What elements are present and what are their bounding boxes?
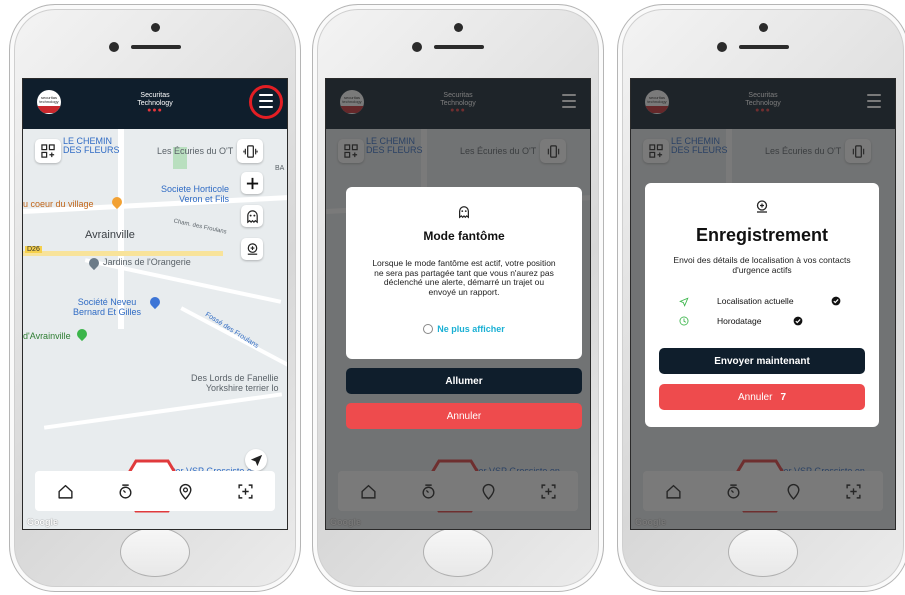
camera-icon	[759, 23, 768, 32]
phone-frame-1: securitas technology Securitas Technolog…	[9, 4, 301, 592]
item-label: Localisation actuelle	[717, 296, 794, 306]
record-location-button[interactable]	[241, 238, 263, 260]
item-label: Horodatage	[717, 316, 762, 326]
location-record-icon	[756, 200, 768, 213]
map-view[interactable]: LE CHEMIN DES FLEURS Les Écuries du O'T …	[23, 129, 287, 529]
item-current-location: Localisation actuelle	[679, 295, 859, 309]
brand-dots: ●●●	[147, 107, 163, 114]
cancel-button[interactable]: Annuler	[346, 403, 582, 429]
map-label-village: u coeur du village	[23, 199, 94, 209]
map-label-ecuries: Les Écuries du O'T	[157, 146, 234, 156]
item-timestamp: Horodatage	[679, 315, 859, 329]
layers-add-icon	[40, 143, 55, 158]
navigation-arrow-icon	[250, 454, 262, 466]
map-label-ba: BA	[275, 165, 285, 172]
home-button[interactable]	[120, 527, 190, 577]
ghost-mode-dialog: Mode fantôme Lorsque le mode fantôme est…	[346, 187, 582, 359]
ghost-icon	[246, 209, 258, 223]
map-label-davrainville: d'Avrainville	[23, 331, 71, 341]
cancel-countdown-button[interactable]: Annuler 7	[659, 384, 865, 410]
bottom-navigation	[35, 471, 275, 511]
brand-title: Securitas Technology ●●●	[23, 92, 287, 114]
app-header: securitas technology Securitas Technolog…	[23, 79, 287, 129]
dialog-title: Mode fantôme	[423, 229, 505, 243]
turn-on-button[interactable]: Allumer	[346, 368, 582, 394]
camera-icon	[454, 23, 463, 32]
ghost-mode-button[interactable]	[241, 205, 263, 227]
layers-button[interactable]	[35, 139, 61, 163]
vibrate-button[interactable]	[237, 139, 263, 163]
dialog-title: Enregistrement	[695, 225, 829, 245]
dont-show-again-checkbox[interactable]: Ne plus afficher	[346, 324, 582, 334]
phone-frame-3: securitas technology Securitas Technolog…	[617, 4, 905, 592]
map-label-road-number: D26	[25, 246, 42, 253]
speaker-grille	[131, 45, 181, 49]
nav-home-icon[interactable]	[57, 483, 74, 500]
send-now-button[interactable]: Envoyer maintenant	[659, 348, 865, 374]
app-screen-map: securitas technology Securitas Technolog…	[22, 78, 288, 530]
recording-dialog: Enregistrement Envoi des détails de loca…	[645, 183, 879, 427]
sensor-icon	[717, 42, 727, 52]
nav-location-icon[interactable]	[177, 483, 194, 500]
hamburger-menu-icon[interactable]	[257, 93, 275, 109]
locate-me-button[interactable]	[245, 449, 267, 471]
vibrate-icon	[242, 144, 258, 158]
camera-icon	[151, 23, 160, 32]
brand-line-1: Securitas	[140, 92, 170, 99]
sensor-icon	[412, 42, 422, 52]
app-screen-recording: securitas technology Securitas Technolog…	[630, 78, 896, 530]
nav-timer-icon[interactable]	[117, 483, 134, 500]
plus-icon	[246, 177, 258, 189]
checkbox-label: Ne plus afficher	[437, 324, 505, 334]
nav-report-icon[interactable]	[237, 483, 254, 500]
speaker-grille	[434, 45, 484, 49]
dialog-body: Envoi des détails de localisation à vos …	[673, 255, 851, 275]
map-label-cham: Cham. des Froulans	[172, 218, 228, 236]
speaker-grille	[739, 45, 789, 49]
home-button[interactable]	[728, 527, 798, 577]
map-label-lords: Des Lords de Fanellie Yorkshire terrier …	[191, 373, 279, 393]
zoom-in-button[interactable]	[241, 172, 263, 194]
park-pin-icon	[74, 326, 90, 342]
sensor-icon	[109, 42, 119, 52]
map-label-horticole: Societe Horticole Veron et Fils	[161, 184, 230, 204]
dialog-body: Lorsque le mode fantôme est actif, votre…	[372, 258, 556, 297]
location-arrow-icon	[679, 297, 689, 307]
phone-frame-2: securitas technology Securitas Technolog…	[312, 4, 604, 592]
ghost-icon	[459, 206, 469, 219]
clock-icon	[679, 316, 689, 326]
countdown-value: 7	[780, 391, 787, 403]
check-circle-icon	[831, 296, 841, 306]
map-label-neveu: Société Neveu Bernard Et Gilles	[73, 297, 142, 317]
google-attribution: Google	[27, 517, 58, 527]
map-label-fosse: Fossé des Froulans	[203, 311, 260, 350]
check-circle-icon	[793, 316, 803, 326]
checkbox-circle-icon[interactable]	[423, 324, 434, 334]
home-button[interactable]	[423, 527, 493, 577]
map-label-avrainville: Avrainville	[85, 229, 135, 241]
shop-pin-icon	[147, 294, 163, 310]
location-record-icon	[247, 242, 257, 255]
map-label-jardins: Jardins de l'Orangerie	[103, 257, 191, 267]
cancel-label: Annuler	[737, 391, 773, 403]
map-label-chemin: LE CHEMIN DES FLEURS	[63, 136, 120, 155]
app-screen-ghost-mode: securitas technology Securitas Technolog…	[325, 78, 591, 530]
